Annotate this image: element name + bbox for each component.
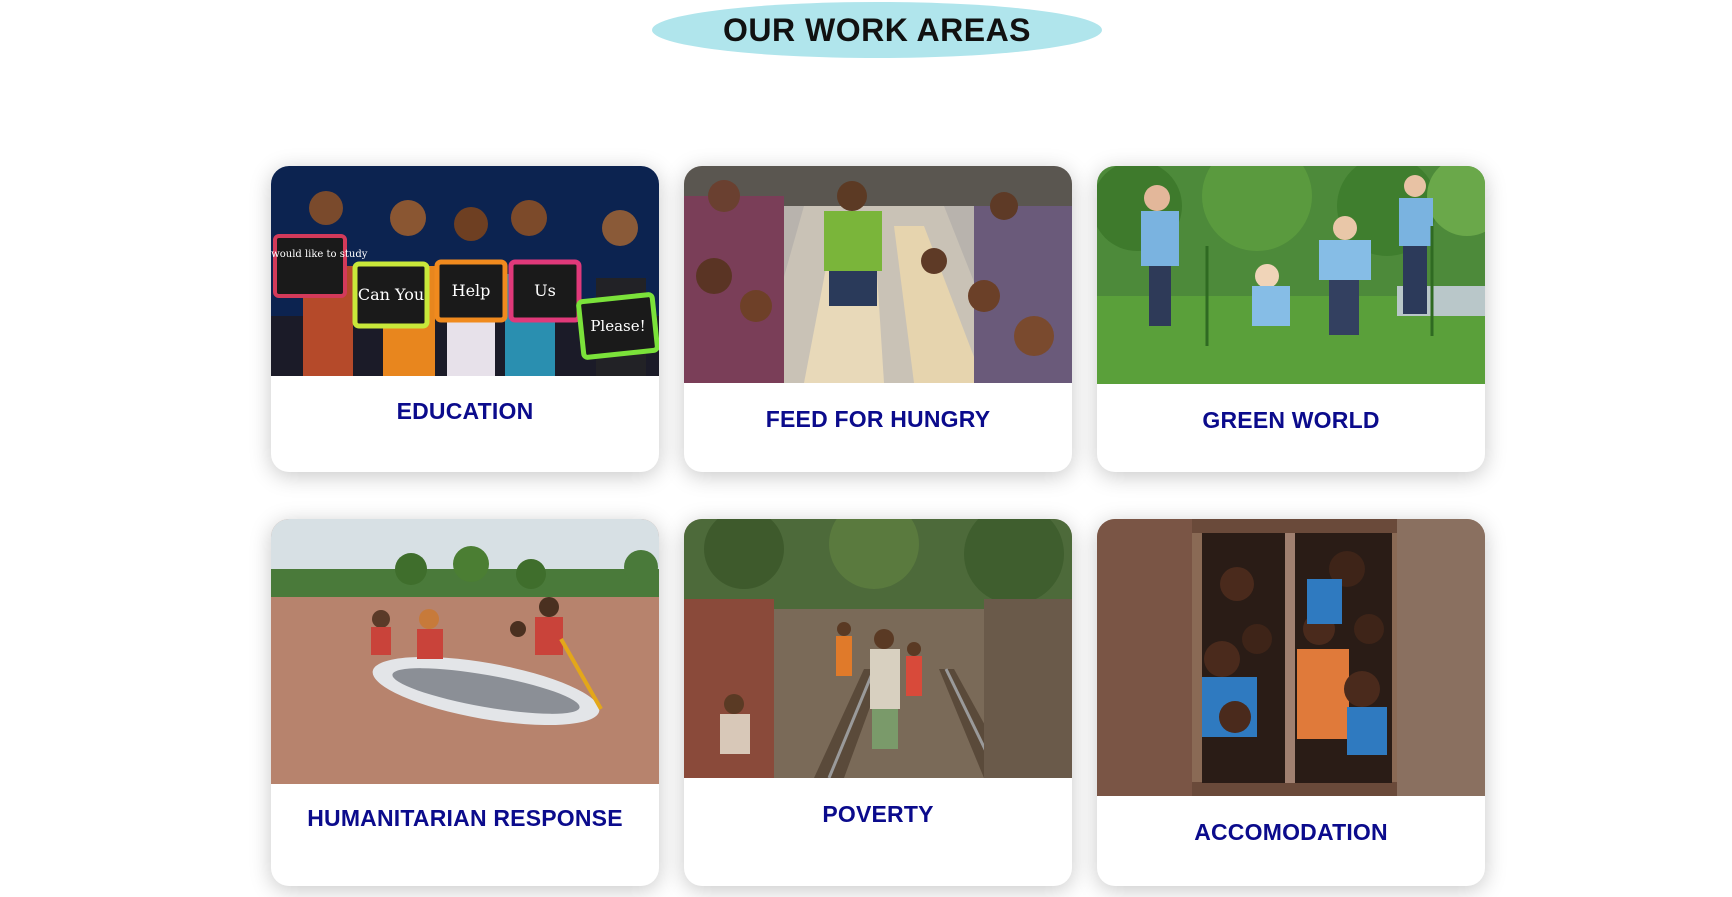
education-caption[interactable]: EDUCATION: [271, 376, 659, 425]
education-image: We would like to study Can You Help Us P…: [271, 166, 659, 376]
work-area-card-poverty[interactable]: POVERTY: [684, 519, 1072, 886]
green-world-image: [1097, 166, 1485, 384]
accomodation-caption[interactable]: ACCOMODATION: [1097, 796, 1485, 846]
work-area-card-green-world[interactable]: GREEN WORLD: [1097, 166, 1485, 472]
feed-for-hungry-image: [684, 166, 1072, 383]
chalkboard-text-1: We would like to study: [271, 249, 368, 260]
feed-for-hungry-caption[interactable]: FEED FOR HUNGRY: [684, 383, 1072, 433]
chalkboard-text-3: Help: [452, 281, 491, 300]
work-area-card-accomodation[interactable]: ACCOMODATION: [1097, 519, 1485, 886]
poverty-caption[interactable]: POVERTY: [684, 778, 1072, 828]
work-area-card-education[interactable]: We would like to study Can You Help Us P…: [271, 166, 659, 472]
humanitarian-response-caption[interactable]: HUMANITARIAN RESPONSE: [271, 784, 659, 832]
section-title: OUR WORK AREAS: [722, 11, 1032, 48]
work-area-card-humanitarian-response[interactable]: HUMANITARIAN RESPONSE: [271, 519, 659, 886]
chalkboard-text-5: Please!: [590, 317, 645, 335]
work-area-card-feed-for-hungry[interactable]: FEED FOR HUNGRY: [684, 166, 1072, 472]
accomodation-image: [1097, 519, 1485, 796]
green-world-caption[interactable]: GREEN WORLD: [1097, 384, 1485, 434]
chalkboard-text-4: Us: [534, 281, 556, 300]
humanitarian-response-image: [271, 519, 659, 784]
poverty-image: [684, 519, 1072, 778]
chalkboard-text-2: Can You: [358, 285, 424, 304]
section-title-pill: OUR WORK AREAS: [652, 2, 1102, 58]
work-areas-page: OUR WORK AREAS would like to study Can Y…: [0, 0, 1732, 897]
